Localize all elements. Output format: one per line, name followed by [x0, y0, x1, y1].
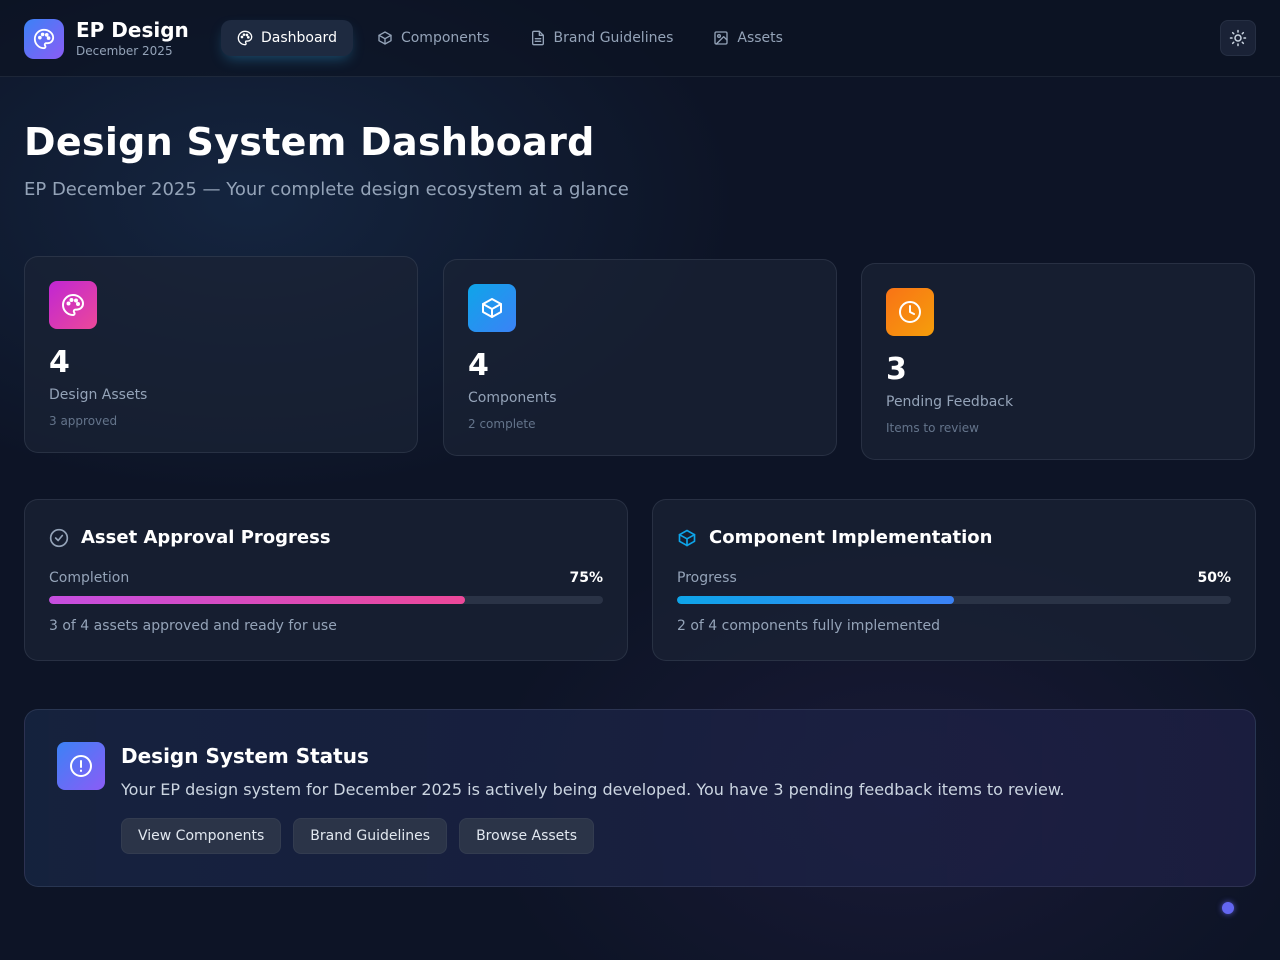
progress-label: Progress: [677, 570, 737, 586]
image-icon: [714, 31, 729, 45]
progress-bar-track: [677, 596, 1231, 604]
cube-icon: [378, 31, 392, 45]
brand-subtitle: December 2025: [76, 44, 173, 58]
stat-value: 4: [49, 345, 70, 380]
nav-dashboard[interactable]: Dashboard: [221, 20, 353, 56]
status-text: Your EP design system for December 2025 …: [121, 780, 1065, 799]
asset-approval-progress-card: Asset Approval Progress Completion 75% 3…: [24, 499, 628, 661]
clock-icon: [886, 288, 934, 336]
nav-components[interactable]: Components: [361, 20, 506, 56]
main-nav: Dashboard Components Brand Guidelines As…: [221, 20, 807, 56]
progress-percent: 50%: [1197, 570, 1231, 586]
nav-assets-label: Assets: [737, 30, 783, 46]
brand-guidelines-button[interactable]: Brand Guidelines: [293, 818, 448, 854]
cube-icon: [678, 529, 696, 546]
progress-title-text: Asset Approval Progress: [81, 527, 331, 548]
progress-bar-track: [49, 596, 603, 604]
nav-assets[interactable]: Assets: [697, 20, 799, 56]
progress-label: Completion: [49, 570, 130, 586]
stat-label: Design Assets: [49, 387, 148, 403]
palette-icon: [49, 281, 97, 329]
stat-label: Components: [468, 390, 557, 406]
palette-icon: [24, 18, 64, 59]
check-circle-icon: [49, 528, 69, 547]
stat-note: 3 approved: [49, 414, 118, 428]
progress-percent: 75%: [569, 570, 603, 586]
palette-icon: [237, 30, 253, 46]
component-implementation-card: Component Implementation Progress 50% 2 …: [652, 499, 1256, 661]
status-actions: View Components Brand Guidelines Browse …: [121, 818, 606, 854]
stat-value: 3: [886, 352, 907, 387]
floating-indicator-dot[interactable]: [1222, 902, 1234, 914]
progress-bar-fill: [677, 596, 954, 604]
brand-title: EP Design: [76, 18, 189, 42]
design-system-status-card: Design System Status Your EP design syst…: [24, 709, 1256, 887]
progress-bar-fill: [49, 596, 465, 604]
progress-title: Asset Approval Progress: [49, 527, 331, 548]
document-icon: [531, 30, 544, 46]
page-title: Design System Dashboard: [24, 120, 595, 164]
stat-note: Items to review: [886, 421, 979, 435]
stat-card-components[interactable]: 4 Components 2 complete: [443, 259, 837, 456]
sun-icon: [1229, 29, 1247, 47]
progress-description: 2 of 4 components fully implemented: [677, 618, 940, 634]
stat-note: 2 complete: [468, 417, 536, 431]
alert-circle-icon: [57, 742, 105, 790]
view-components-button[interactable]: View Components: [121, 818, 282, 854]
stat-card-pending-feedback[interactable]: 3 Pending Feedback Items to review: [861, 263, 1255, 460]
top-header: EP Design December 2025 Dashboard Compon…: [0, 0, 1280, 77]
progress-description: 3 of 4 assets approved and ready for use: [49, 618, 337, 634]
brand[interactable]: EP Design December 2025: [24, 18, 189, 59]
stat-card-design-assets[interactable]: 4 Design Assets 3 approved: [24, 256, 418, 453]
stat-value: 4: [468, 348, 489, 383]
cube-icon: [468, 284, 516, 332]
status-title: Design System Status: [121, 744, 369, 768]
stat-label: Pending Feedback: [886, 394, 1014, 410]
progress-title-text: Component Implementation: [709, 527, 993, 548]
nav-components-label: Components: [400, 30, 490, 46]
nav-dashboard-label: Dashboard: [261, 30, 337, 46]
nav-brand-guidelines-label: Brand Guidelines: [553, 30, 674, 46]
progress-title: Component Implementation: [677, 527, 993, 548]
nav-brand-guidelines[interactable]: Brand Guidelines: [514, 20, 690, 56]
browse-assets-button[interactable]: Browse Assets: [459, 818, 595, 854]
page-subtitle: EP December 2025 — Your complete design …: [24, 179, 629, 200]
theme-toggle-button[interactable]: [1220, 20, 1256, 56]
